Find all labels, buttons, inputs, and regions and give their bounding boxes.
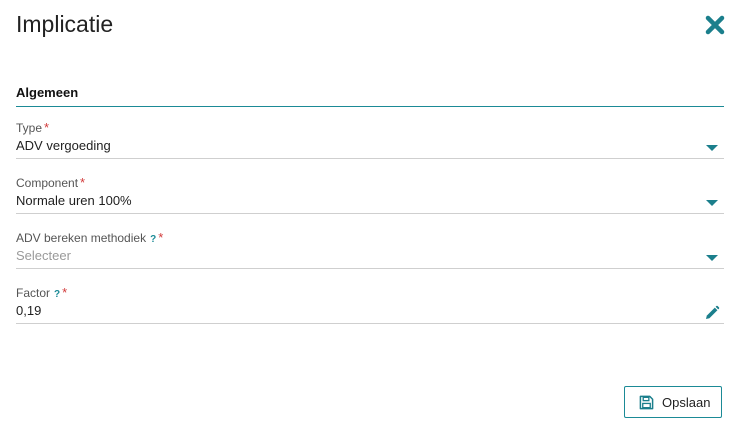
component-value: Normale uren 100% bbox=[16, 193, 132, 208]
factor-field[interactable]: Factor? * 0,19 bbox=[16, 285, 724, 325]
chevron-down-icon[interactable] bbox=[706, 200, 718, 206]
required-mark: * bbox=[62, 285, 68, 300]
pencil-icon bbox=[706, 305, 720, 319]
edit-button[interactable] bbox=[704, 305, 720, 321]
required-mark: * bbox=[44, 120, 50, 135]
type-value: ADV vergoeding bbox=[16, 138, 111, 153]
field-underline bbox=[16, 158, 724, 159]
type-label: Type * bbox=[16, 120, 49, 135]
required-mark: * bbox=[158, 230, 164, 245]
section-divider bbox=[16, 106, 724, 107]
adv-method-label: ADV bereken methodiek? * bbox=[16, 230, 163, 245]
save-button[interactable]: Opslaan bbox=[624, 386, 722, 418]
factor-value: 0,19 bbox=[16, 303, 42, 318]
component-select[interactable]: Component * Normale uren 100% bbox=[16, 175, 724, 215]
adv-method-select[interactable]: ADV bereken methodiek? * Selecteer bbox=[16, 230, 724, 270]
adv-method-placeholder: Selecteer bbox=[16, 248, 71, 263]
factor-label: Factor? * bbox=[16, 285, 67, 300]
close-icon bbox=[705, 15, 725, 35]
help-icon[interactable]: ? bbox=[150, 234, 156, 245]
component-label: Component * bbox=[16, 175, 85, 190]
field-underline bbox=[16, 323, 724, 324]
floppy-disk-icon bbox=[639, 395, 654, 409]
close-button[interactable] bbox=[704, 14, 726, 36]
field-underline bbox=[16, 213, 724, 214]
chevron-down-icon[interactable] bbox=[706, 145, 718, 151]
required-mark: * bbox=[80, 175, 86, 190]
type-select[interactable]: Type * ADV vergoeding bbox=[16, 120, 724, 160]
field-underline bbox=[16, 268, 724, 269]
adv-method-label-text: ADV bereken methodiek bbox=[16, 231, 147, 245]
component-label-text: Component bbox=[16, 176, 79, 190]
factor-label-text: Factor bbox=[16, 286, 51, 300]
save-button-label: Opslaan bbox=[662, 394, 711, 410]
type-label-text: Type bbox=[16, 121, 43, 135]
dialog-title: Implicatie bbox=[16, 11, 114, 37]
section-title: Algemeen bbox=[16, 85, 79, 100]
chevron-down-icon[interactable] bbox=[706, 255, 718, 261]
help-icon[interactable]: ? bbox=[54, 289, 60, 300]
